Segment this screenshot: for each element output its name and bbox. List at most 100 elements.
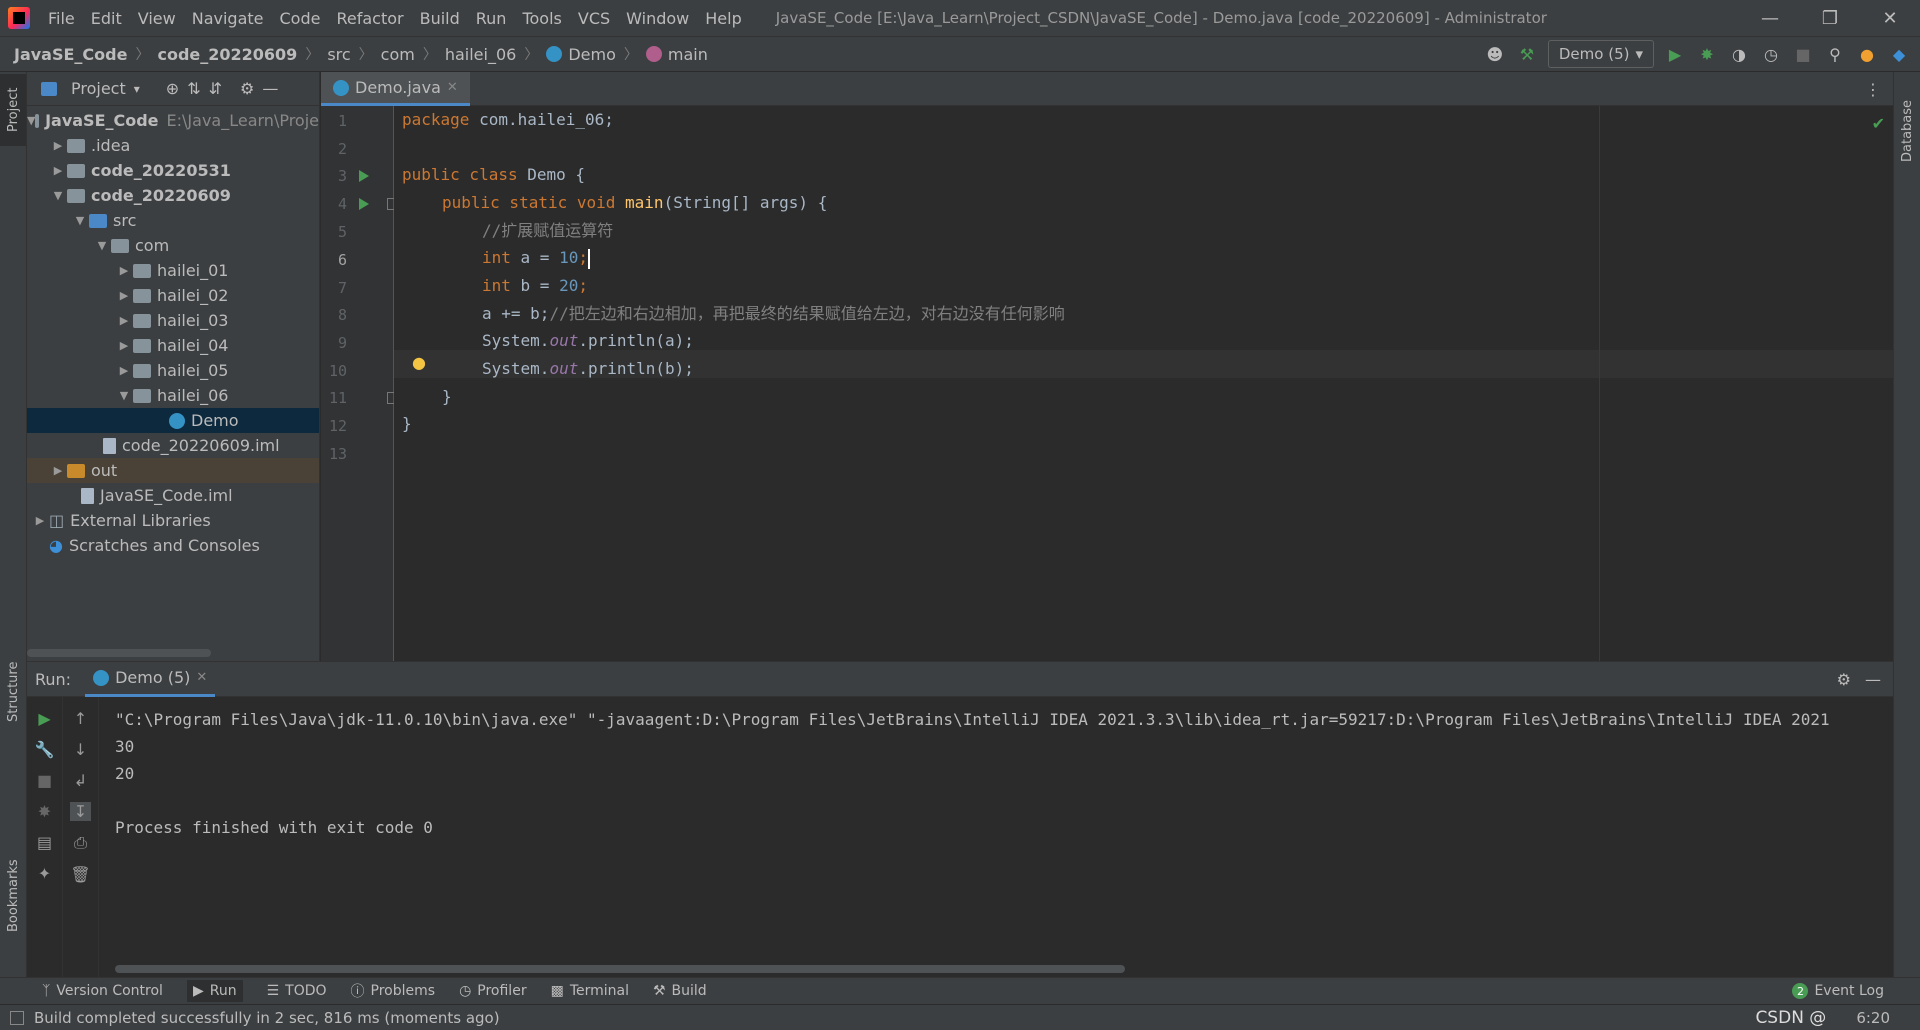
search-icon[interactable]: ⚲ bbox=[1824, 43, 1846, 65]
tab-demo-java[interactable]: Demo.java ✕ bbox=[321, 72, 470, 106]
menu-code[interactable]: Code bbox=[272, 9, 329, 28]
event-log-tool-button[interactable]: 2 Event Log bbox=[1792, 983, 1884, 999]
breadcrumb-src[interactable]: src bbox=[327, 45, 350, 64]
minimize-icon[interactable]: — bbox=[1740, 0, 1800, 36]
code-line-6: int a = 10; bbox=[482, 248, 590, 269]
expand-all-icon[interactable]: ⇅ bbox=[187, 79, 200, 98]
tree-item[interactable]: ▼ src bbox=[27, 208, 319, 233]
tree-item[interactable]: ▶ code_20220531 bbox=[27, 158, 319, 183]
gear-icon[interactable]: ⚙ bbox=[1837, 670, 1851, 689]
tree-item[interactable]: ▼ code_20220609 bbox=[27, 183, 319, 208]
scroll-to-end-icon[interactable]: ↧ bbox=[69, 802, 92, 821]
tree-item[interactable]: ▼ JavaSE_Code E:\Java_Learn\Proje bbox=[27, 108, 319, 133]
trash-icon[interactable]: 🗑 bbox=[70, 865, 90, 884]
debug-icon[interactable]: ✸ bbox=[38, 802, 51, 821]
tree-item[interactable]: ▼ com bbox=[27, 233, 319, 258]
tree-item[interactable]: JavaSE_Code.iml bbox=[27, 483, 319, 508]
print-icon[interactable]: ⎙ bbox=[74, 833, 87, 853]
database-tool-button[interactable]: Database bbox=[1900, 100, 1915, 162]
update-icon[interactable]: ● bbox=[1856, 43, 1878, 65]
run-gutter-icon[interactable] bbox=[359, 170, 369, 182]
breadcrumb-module[interactable]: code_20220609 bbox=[157, 45, 297, 64]
breadcrumb-project[interactable]: JavaSE_Code bbox=[14, 45, 127, 64]
menu-navigate[interactable]: Navigate bbox=[184, 9, 272, 28]
arrow-down-icon[interactable]: ↓ bbox=[74, 740, 87, 759]
stop-icon[interactable]: ■ bbox=[1792, 43, 1814, 65]
run-config-select[interactable]: Demo (5) ▾ bbox=[1547, 40, 1654, 68]
todo-tool-button[interactable]: ☰ TODO bbox=[267, 983, 327, 999]
build-tool-button[interactable]: ⚒ Build bbox=[653, 983, 707, 999]
layout-toggle-icon[interactable] bbox=[10, 1010, 24, 1025]
run-icon[interactable]: ▶ bbox=[1664, 43, 1686, 65]
hide-icon[interactable]: — bbox=[262, 79, 278, 98]
bookmarks-tool-button[interactable]: Bookmarks bbox=[6, 859, 21, 932]
more-icon[interactable]: ⋮ bbox=[1853, 72, 1893, 105]
pin-icon[interactable]: ✦ bbox=[38, 864, 51, 883]
breadcrumb-com[interactable]: com bbox=[381, 45, 415, 64]
restore-icon[interactable]: ❐ bbox=[1800, 0, 1860, 36]
horizontal-scrollbar[interactable] bbox=[115, 965, 1125, 973]
close-icon[interactable]: ✕ bbox=[1860, 0, 1920, 36]
collapse-all-icon[interactable]: ⇵ bbox=[209, 79, 222, 98]
menu-window[interactable]: Window bbox=[618, 9, 697, 28]
code-editor[interactable]: ● ✔ package com.hailei_06; public class … bbox=[394, 106, 1893, 661]
tree-item-selected[interactable]: Demo bbox=[27, 408, 319, 433]
menu-tools[interactable]: Tools bbox=[514, 9, 569, 28]
menu-build[interactable]: Build bbox=[412, 9, 468, 28]
version-control-tool-button[interactable]: ᛉ Version Control bbox=[42, 983, 163, 999]
tree-item[interactable]: ▶ hailei_04 bbox=[27, 333, 319, 358]
problems-tool-button[interactable]: ⓘ Problems bbox=[351, 981, 436, 1001]
hide-icon[interactable]: — bbox=[1865, 670, 1881, 689]
tree-item[interactable]: ▼ hailei_06 bbox=[27, 383, 319, 408]
run-label: Run: bbox=[35, 669, 72, 689]
tree-item[interactable]: ▶ hailei_05 bbox=[27, 358, 319, 383]
caret-position[interactable]: 6:20 bbox=[1856, 1009, 1890, 1027]
arrow-up-icon[interactable]: ↑ bbox=[74, 709, 87, 728]
breadcrumb-class[interactable]: Demo bbox=[546, 45, 616, 64]
debug-icon[interactable]: ✸ bbox=[1696, 43, 1718, 65]
close-icon[interactable]: ✕ bbox=[447, 80, 458, 95]
tree-item[interactable]: code_20220609.iml bbox=[27, 433, 319, 458]
menu-help[interactable]: Help bbox=[697, 9, 749, 28]
tree-item[interactable]: ▶ hailei_01 bbox=[27, 258, 319, 283]
plugin-icon[interactable]: ◆ bbox=[1888, 43, 1910, 65]
terminal-tool-button[interactable]: ▩ Terminal bbox=[551, 983, 629, 999]
structure-tool-button[interactable]: Structure bbox=[6, 662, 21, 722]
console-output[interactable]: "C:\Program Files\Java\jdk-11.0.10\bin\j… bbox=[115, 698, 1893, 957]
menu-run[interactable]: Run bbox=[468, 9, 515, 28]
run-gutter-icon[interactable] bbox=[359, 198, 369, 210]
lightbulb-icon[interactable]: ● bbox=[412, 353, 426, 372]
close-icon[interactable]: ✕ bbox=[196, 670, 207, 685]
tree-item[interactable]: ▶ ◫ External Libraries bbox=[27, 508, 319, 533]
project-view-label[interactable]: Project bbox=[71, 79, 126, 98]
chevron-down-icon[interactable]: ▾ bbox=[134, 82, 140, 96]
user-icon[interactable]: ☻ bbox=[1484, 43, 1506, 65]
soft-wrap-icon[interactable]: ↲ bbox=[74, 771, 87, 790]
breadcrumb-method[interactable]: main bbox=[645, 45, 708, 64]
wrench-icon[interactable]: 🔧 bbox=[35, 740, 55, 759]
tree-item[interactable]: ▶ out bbox=[27, 458, 319, 483]
run-tab[interactable]: Demo (5) ✕ bbox=[85, 662, 216, 697]
build-hammer-icon[interactable]: ⚒ bbox=[1516, 43, 1538, 65]
gear-icon[interactable]: ⚙ bbox=[240, 79, 254, 98]
menu-edit[interactable]: Edit bbox=[83, 9, 130, 28]
tree-item[interactable]: ◕ Scratches and Consoles bbox=[27, 533, 319, 558]
horizontal-scrollbar[interactable] bbox=[27, 649, 211, 657]
layout-icon[interactable]: ▤ bbox=[37, 833, 52, 852]
menu-vcs[interactable]: VCS bbox=[570, 9, 618, 28]
stop-icon[interactable]: ■ bbox=[37, 771, 52, 790]
profiler-tool-button[interactable]: ◷ Profiler bbox=[459, 983, 527, 999]
tree-item[interactable]: ▶ hailei_02 bbox=[27, 283, 319, 308]
coverage-icon[interactable]: ◑ bbox=[1728, 43, 1750, 65]
tree-item[interactable]: ▶ hailei_03 bbox=[27, 308, 319, 333]
menu-refactor[interactable]: Refactor bbox=[328, 9, 411, 28]
profile-icon[interactable]: ◷ bbox=[1760, 43, 1782, 65]
breadcrumb-package[interactable]: hailei_06 bbox=[445, 45, 516, 64]
menu-view[interactable]: View bbox=[130, 9, 184, 28]
tree-item[interactable]: ▶ .idea bbox=[27, 133, 319, 158]
project-tool-button[interactable]: Project bbox=[6, 88, 21, 132]
menu-file[interactable]: File bbox=[40, 9, 83, 28]
run-tool-button[interactable]: ▶ Run bbox=[186, 980, 243, 1002]
locate-icon[interactable]: ⊕ bbox=[166, 79, 179, 98]
rerun-icon[interactable]: ▶ bbox=[38, 709, 50, 728]
